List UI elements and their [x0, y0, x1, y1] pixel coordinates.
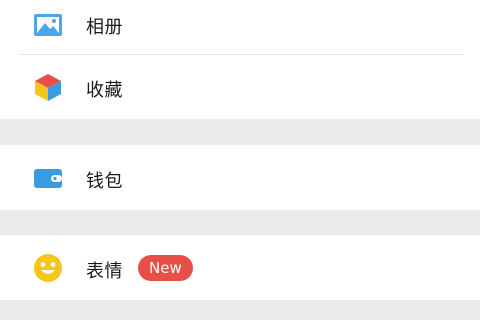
menu-item-label: 相册	[86, 17, 123, 38]
menu-item-favorites[interactable]: 收藏	[0, 55, 480, 119]
section-gap	[0, 300, 480, 320]
wallet-icon	[33, 163, 63, 193]
me-menu-screen: 相册 收藏 钱包 表情 New	[0, 0, 480, 320]
menu-item-stickers[interactable]: 表情 New	[0, 235, 480, 300]
menu-item-album[interactable]: 相册	[0, 0, 480, 54]
new-badge: New	[138, 255, 193, 281]
menu-item-label: 表情	[86, 261, 123, 282]
menu-item-wallet[interactable]: 钱包	[0, 145, 480, 210]
smiley-icon	[33, 253, 63, 283]
menu-item-label: 钱包	[86, 171, 123, 192]
menu-item-label: 收藏	[86, 80, 123, 101]
photo-album-icon	[33, 10, 63, 40]
section-gap	[0, 119, 480, 145]
cube-icon	[33, 72, 63, 102]
section-gap	[0, 210, 480, 235]
